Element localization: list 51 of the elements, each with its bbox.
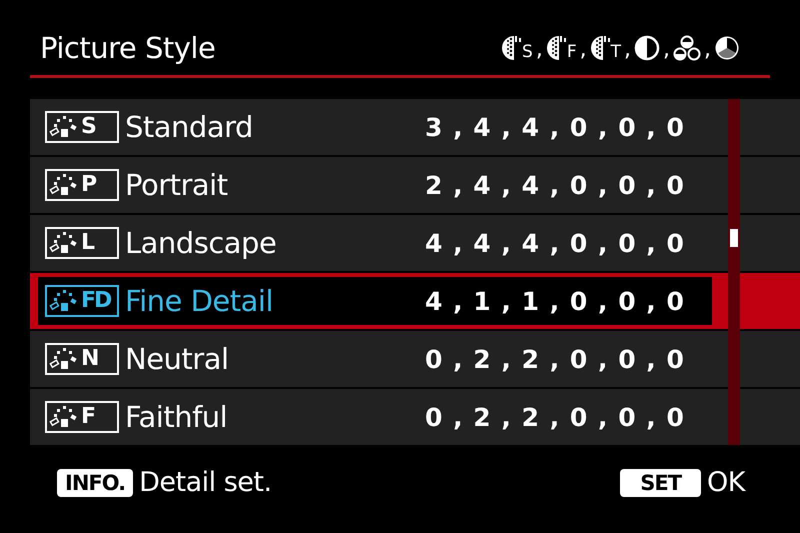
separator: , bbox=[663, 38, 670, 60]
picture-style-row[interactable]: S Standard 3 , 4 , 4 , 0 , 0 , 0 bbox=[30, 99, 800, 155]
key-action: Detail set. bbox=[139, 467, 272, 498]
picture-style-row[interactable]: FD Fine Detail 4 , 1 , 1 , 0 , 0 , 0 bbox=[30, 273, 800, 329]
separator: , bbox=[624, 38, 631, 60]
parameter-subscript: T bbox=[610, 44, 621, 60]
style-name: Landscape bbox=[125, 226, 278, 260]
style-values: 4 , 1 , 1 , 0 , 0 , 0 bbox=[425, 286, 685, 316]
style-name: Faithful bbox=[125, 400, 228, 434]
sharpness-icon bbox=[546, 34, 568, 60]
badge-letter: S bbox=[81, 116, 95, 138]
style-values: 2 , 4 , 4 , 0 , 0 , 0 bbox=[425, 170, 685, 200]
picture-style-icon bbox=[49, 232, 79, 254]
key-action: OK bbox=[707, 467, 745, 498]
style-values: 0 , 2 , 2 , 0 , 0 , 0 bbox=[425, 402, 685, 432]
style-values: 4 , 4 , 4 , 0 , 0 , 0 bbox=[425, 228, 685, 258]
picture-style-icon bbox=[49, 348, 79, 370]
picture-style-row[interactable]: F Faithful 0 , 2 , 2 , 0 , 0 , 0 bbox=[30, 389, 800, 445]
saturation-icon bbox=[673, 34, 701, 60]
picture-style-row[interactable]: L Landscape 4 , 4 , 4 , 0 , 0 , 0 bbox=[30, 215, 800, 271]
badge-letter: FD bbox=[81, 290, 110, 312]
style-name: Neutral bbox=[125, 342, 230, 376]
color-tone-icon bbox=[714, 34, 740, 60]
picture-style-row[interactable]: P Portrait 2 , 4 , 4 , 0 , 0 , 0 bbox=[30, 157, 800, 213]
separator: , bbox=[536, 38, 543, 60]
picture-style-icon bbox=[49, 290, 79, 312]
style-name: Standard bbox=[125, 110, 254, 144]
style-values: 3 , 4 , 4 , 0 , 0 , 0 bbox=[425, 112, 685, 142]
picture-style-icon bbox=[49, 406, 79, 428]
sharpness-icon bbox=[590, 34, 612, 60]
contrast-icon bbox=[634, 34, 660, 60]
badge-letter: P bbox=[81, 174, 96, 196]
picture-style-icon bbox=[49, 174, 79, 196]
picture-style-row[interactable]: N Neutral 0 , 2 , 2 , 0 , 0 , 0 bbox=[30, 331, 800, 387]
style-name: Fine Detail bbox=[125, 284, 274, 318]
badge-letter: F bbox=[81, 406, 94, 428]
badge-letter: L bbox=[81, 232, 94, 254]
parameter-subscript: S bbox=[522, 44, 533, 60]
sharpness-icon bbox=[501, 34, 524, 60]
menu-title: Picture Style bbox=[40, 30, 216, 64]
picture-style-icon bbox=[49, 116, 79, 138]
key-label[interactable]: SET bbox=[620, 468, 702, 496]
scroll-thumb[interactable] bbox=[730, 229, 738, 247]
badge-letter: N bbox=[81, 348, 98, 370]
separator: , bbox=[704, 38, 711, 60]
style-values: 0 , 2 , 2 , 0 , 0 , 0 bbox=[425, 344, 685, 374]
key-label[interactable]: INFO. bbox=[57, 468, 134, 496]
scrollbar[interactable] bbox=[728, 99, 740, 445]
separator: , bbox=[580, 38, 587, 60]
style-name: Portrait bbox=[125, 168, 229, 202]
parameter-subscript: F bbox=[566, 44, 577, 60]
